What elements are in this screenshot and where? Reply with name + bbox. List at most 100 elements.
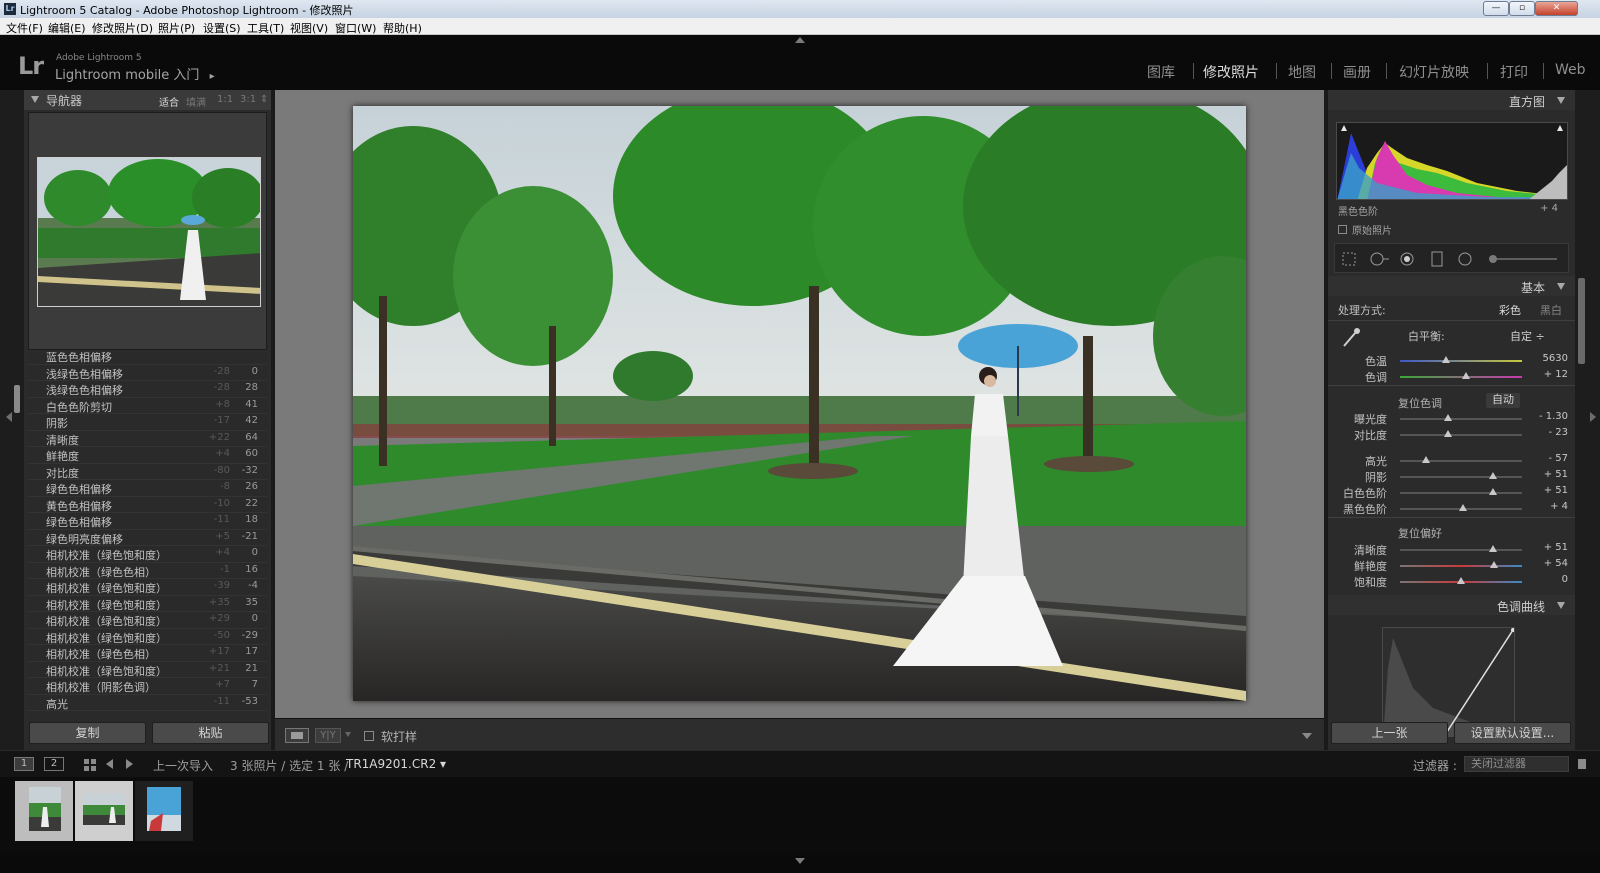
primary-screen-button[interactable]: 1: [14, 757, 34, 771]
slider-thumb[interactable]: [1442, 356, 1451, 363]
slider-thumb[interactable]: [1461, 372, 1470, 379]
menu-file[interactable]: 文件(F): [6, 20, 43, 36]
hide-top-panel-icon[interactable]: [795, 37, 805, 43]
spot-removal-icon[interactable]: [1369, 251, 1391, 267]
collapse-triangle-icon[interactable]: [1557, 97, 1565, 104]
slider-value[interactable]: + 54: [1526, 558, 1568, 569]
history-item[interactable]: 绿色色相偏移 -11 18: [28, 513, 267, 530]
original-photo-checkbox[interactable]: [1338, 225, 1347, 234]
history-item[interactable]: 阴影 -17 42: [28, 414, 267, 431]
history-item[interactable]: 相机校准（绿色饱和度） +4 0: [28, 546, 267, 563]
zoom-menu-icon[interactable]: ⇕: [260, 94, 268, 105]
slider-thumb[interactable]: [1488, 545, 1497, 552]
grid-view-icon[interactable]: [84, 759, 96, 771]
module-slideshow[interactable]: 幻灯片放映: [1399, 62, 1469, 82]
slider-track[interactable]: [1400, 549, 1522, 551]
basic-header[interactable]: 基本: [1328, 276, 1575, 296]
slider-value[interactable]: 5630: [1526, 353, 1568, 364]
history-item[interactable]: 相机校准（绿色饱和度） -50 -29: [28, 629, 267, 645]
slider-value[interactable]: + 51: [1526, 542, 1568, 553]
graduated-filter-icon[interactable]: [1429, 251, 1445, 267]
histogram-graph[interactable]: [1336, 122, 1568, 200]
right-scrollbar[interactable]: [1578, 278, 1585, 364]
slider-value[interactable]: - 1.30: [1526, 411, 1568, 422]
module-book[interactable]: 画册: [1343, 62, 1371, 82]
navigator-thumbnail[interactable]: [37, 157, 261, 307]
slider-value[interactable]: + 4: [1526, 501, 1568, 512]
slider-value[interactable]: - 57: [1526, 453, 1568, 464]
module-map[interactable]: 地图: [1288, 62, 1316, 82]
menu-window[interactable]: 窗口(W): [335, 20, 376, 36]
tone-curve-graph[interactable]: [1382, 627, 1515, 737]
treatment-bw-button[interactable]: 黑白: [1540, 302, 1562, 318]
slider-track[interactable]: [1400, 360, 1522, 362]
history-item[interactable]: 相机校准（绿色饱和度） +35 35: [28, 596, 267, 612]
maximize-button[interactable]: ▫: [1509, 1, 1535, 16]
main-photo[interactable]: [353, 106, 1246, 701]
slider-thumb[interactable]: [1443, 430, 1452, 437]
adjustment-brush-icon[interactable]: [1487, 251, 1559, 267]
loupe-view-button[interactable]: [285, 728, 309, 743]
radial-filter-icon[interactable]: [1457, 251, 1473, 267]
filmstrip-source[interactable]: 上一次导入: [153, 757, 213, 774]
history-item[interactable]: 浅绿色色相偏移 -28 0: [28, 365, 267, 381]
left-scroll-grip[interactable]: [14, 385, 20, 413]
module-library[interactable]: 图库: [1147, 62, 1175, 82]
history-item[interactable]: 蓝色色相偏移: [28, 352, 267, 365]
slider-track[interactable]: [1400, 460, 1522, 462]
menu-tools[interactable]: 工具(T): [247, 20, 284, 36]
slider-value[interactable]: + 51: [1526, 485, 1568, 496]
slider-thumb[interactable]: [1457, 577, 1465, 584]
filmstrip-filename[interactable]: TR1A9201.CR2 ▾: [346, 757, 446, 771]
slider-thumb[interactable]: [1488, 488, 1497, 495]
history-item[interactable]: 白色色阶剪切 +8 41: [28, 398, 267, 414]
set-default-button[interactable]: 设置默认设置...: [1454, 722, 1571, 744]
navigator-header[interactable]: 导航器 适合 填满 1:1 3:1 ⇕: [24, 90, 271, 110]
toolbar-options-icon[interactable]: [1302, 733, 1312, 739]
chevron-down-icon[interactable]: [345, 732, 351, 737]
film-thumbnail-current[interactable]: [75, 781, 133, 841]
close-button[interactable]: ✕: [1535, 1, 1578, 16]
slider-thumb[interactable]: [1489, 561, 1498, 568]
history-item[interactable]: 相机校准（绿色饱和度） +21 21: [28, 662, 267, 678]
crop-tool-icon[interactable]: [1341, 251, 1357, 267]
history-item[interactable]: 对比度 -80 -32: [28, 464, 267, 480]
slider-value[interactable]: 0: [1526, 574, 1568, 585]
slider-thumb[interactable]: [1443, 414, 1452, 421]
menu-photo[interactable]: 照片(P): [158, 20, 195, 36]
eyedropper-icon[interactable]: [1340, 326, 1362, 350]
zoom-3-1[interactable]: 3:1: [240, 94, 256, 105]
history-item[interactable]: 绿色色相偏移 -8 26: [28, 480, 267, 497]
history-item[interactable]: 相机校准（绿色色相） -1 16: [28, 563, 267, 579]
collapse-triangle-icon[interactable]: [1557, 602, 1565, 609]
histogram-header[interactable]: 直方图: [1328, 90, 1575, 110]
slider-track[interactable]: [1400, 434, 1522, 436]
previous-button[interactable]: 上一张: [1331, 722, 1448, 744]
zoom-1-1[interactable]: 1:1: [217, 94, 233, 105]
history-item[interactable]: 黄色色相偏移 -10 22: [28, 497, 267, 513]
history-item[interactable]: 相机校准（绿色饱和度） +29 0: [28, 612, 267, 629]
slider-track[interactable]: [1400, 476, 1522, 478]
film-thumbnail[interactable]: [15, 781, 73, 841]
menu-develop[interactable]: 修改照片(D): [92, 20, 153, 36]
paste-button[interactable]: 粘贴: [152, 722, 269, 744]
history-item[interactable]: 相机校准（阴影色调） +7 7: [28, 678, 267, 695]
slider-thumb[interactable]: [1488, 472, 1497, 479]
history-item[interactable]: 相机校准（绿色饱和度） -39 -4: [28, 579, 267, 596]
history-item[interactable]: 绿色明亮度偏移 +5 -21: [28, 530, 267, 546]
copy-button[interactable]: 复制: [29, 722, 146, 744]
back-arrow-icon[interactable]: [106, 759, 113, 769]
history-item[interactable]: 相机校准（绿色色相） +17 17: [28, 645, 267, 662]
zoom-fit[interactable]: 适合: [159, 94, 179, 109]
reset-tone-label[interactable]: 复位色调: [1398, 395, 1442, 411]
minimize-button[interactable]: —: [1483, 1, 1509, 16]
module-develop[interactable]: 修改照片: [1203, 62, 1259, 82]
history-item[interactable]: 浅绿色色相偏移 -28 28: [28, 381, 267, 398]
mobile-intro-link[interactable]: Lightroom mobile 入门 ▸: [55, 64, 215, 83]
slider-thumb[interactable]: [1459, 504, 1468, 511]
collapse-right-panel-icon[interactable]: [1590, 412, 1596, 422]
collapse-triangle-icon[interactable]: [31, 96, 39, 103]
slider-value[interactable]: - 23: [1526, 427, 1568, 438]
forward-arrow-icon[interactable]: [126, 759, 133, 769]
red-eye-icon[interactable]: [1399, 251, 1415, 267]
